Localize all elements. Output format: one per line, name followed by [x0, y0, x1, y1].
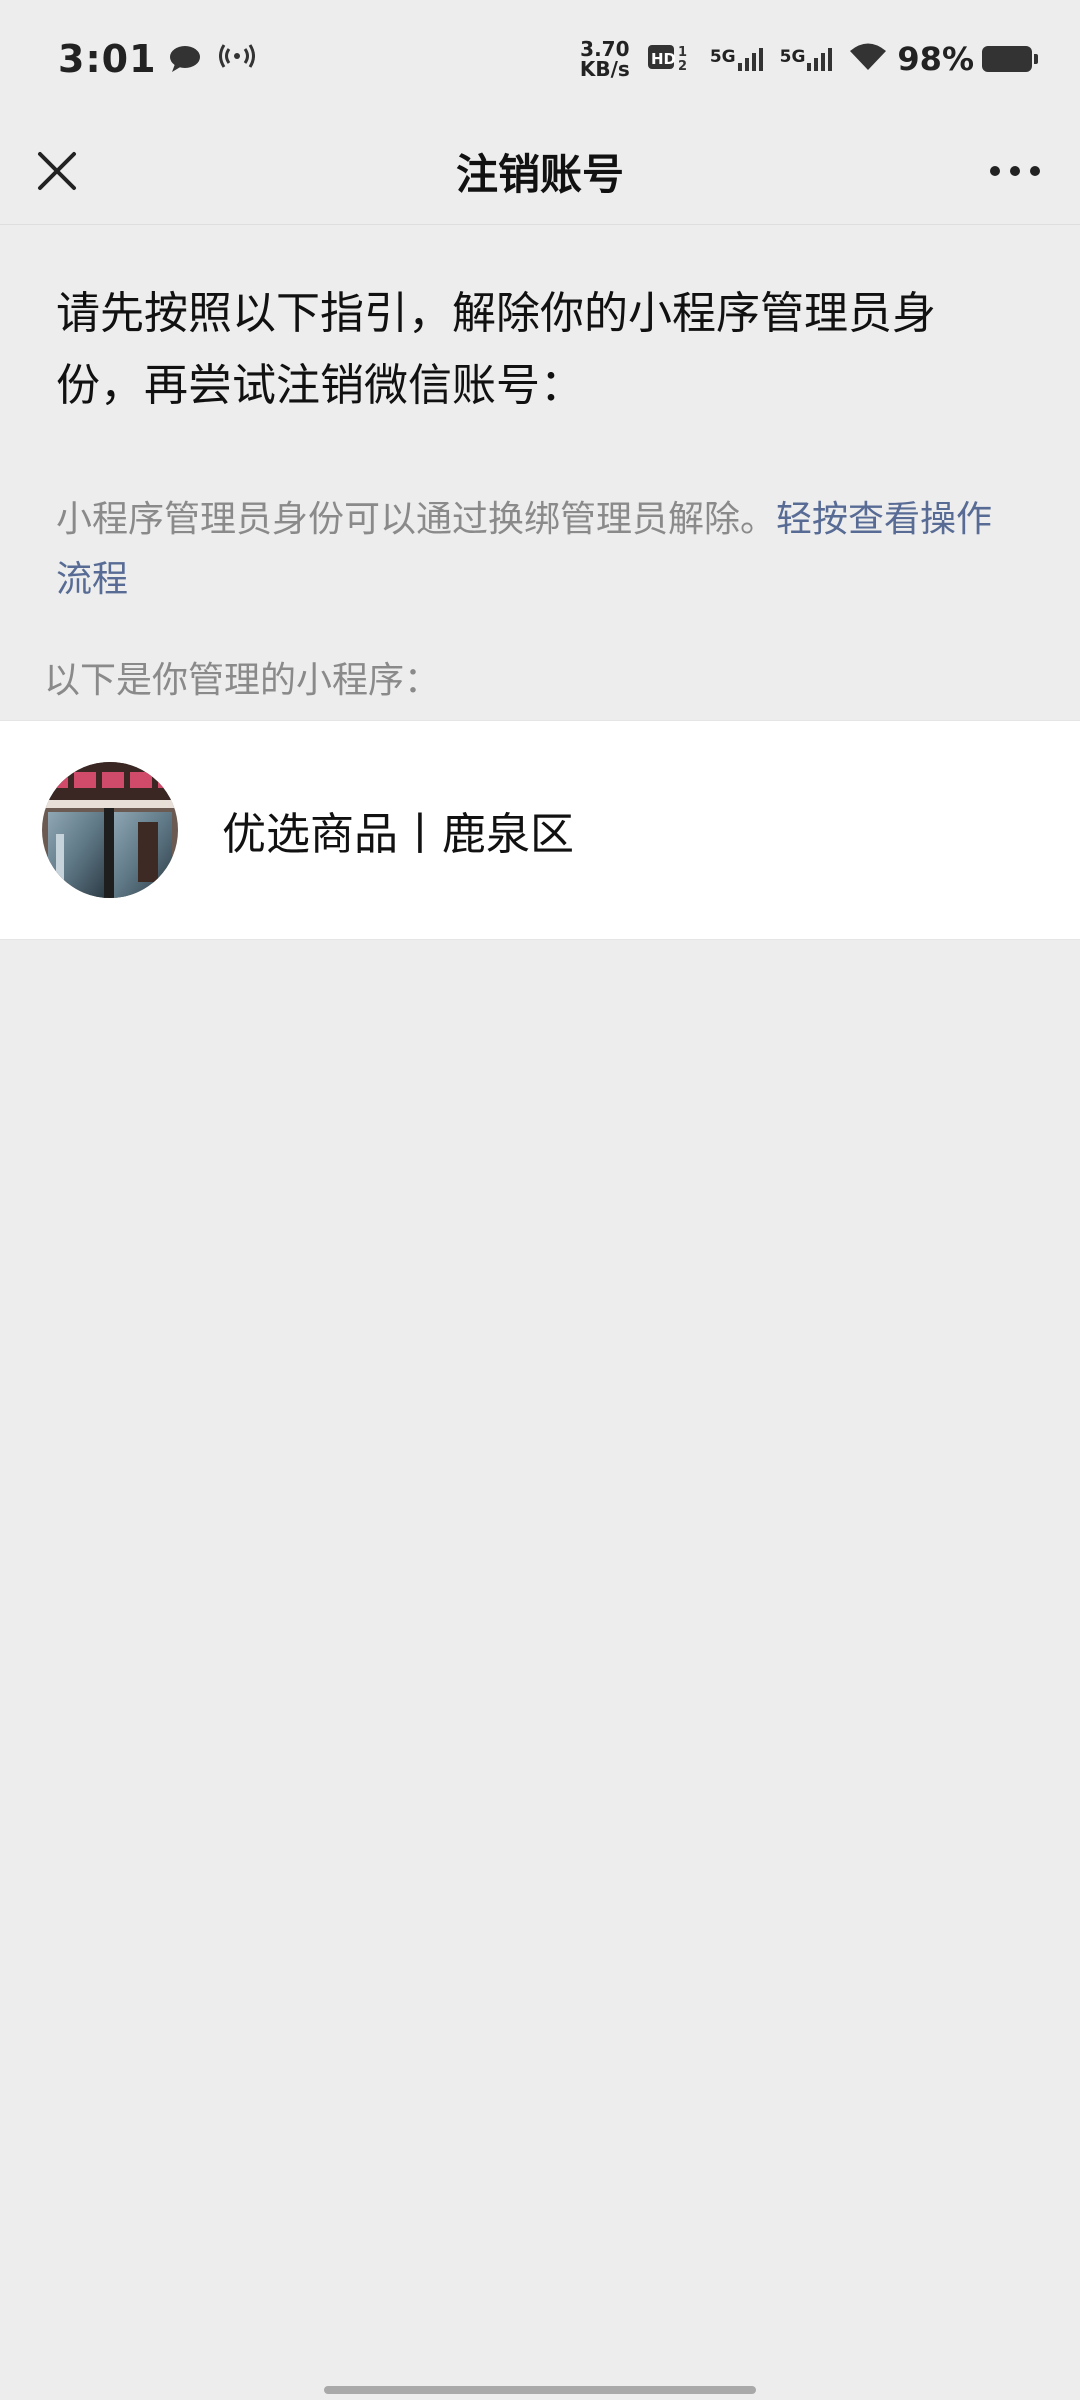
speed-value: 3.70	[580, 37, 630, 61]
mini-program-name: 优选商品丨鹿泉区	[222, 809, 574, 860]
chat-bubble-icon	[169, 45, 203, 73]
signal-5g-2: 5G	[780, 47, 834, 71]
signal-5g-1: 5G	[710, 47, 764, 71]
status-right: 3.70 KB/s HD 1 2 5G 5G 98%	[580, 39, 1038, 79]
hotspot-icon	[218, 44, 255, 74]
title-bar: 注销账号	[0, 118, 1080, 225]
instruction-text: 请先按照以下指引，解除你的小程序管理员身份，再尝试注销微信账号：	[56, 288, 936, 411]
svg-text:1: 1	[678, 45, 687, 60]
speed-unit: KB/s	[579, 57, 630, 81]
hd-icon: HD 1 2	[647, 42, 692, 76]
more-button[interactable]	[980, 144, 1050, 198]
section-label: 以下是你管理的小程序：	[44, 660, 441, 701]
signal-bars-icon	[807, 48, 833, 71]
close-icon	[38, 152, 76, 190]
note: 小程序管理员身份可以通过换绑管理员解除。轻按查看操作流程	[56, 490, 1016, 610]
battery-icon	[982, 46, 1038, 72]
network-speed: 3.70 KB/s	[580, 39, 630, 79]
status-left: 3:01	[58, 37, 255, 81]
battery-percent: 98%	[897, 40, 974, 78]
close-button[interactable]	[30, 144, 84, 198]
more-icon-dot	[1010, 166, 1020, 176]
network-label-2: 5G	[779, 47, 806, 67]
network-label-1: 5G	[709, 47, 736, 67]
more-icon-dot	[1030, 166, 1040, 176]
status-bar: 3:01 3.70 KB/s HD 1 2 5G 5G 98%	[0, 0, 1080, 118]
wifi-icon	[849, 42, 887, 76]
note-text: 小程序管理员身份可以通过换绑管理员解除。	[56, 499, 777, 540]
page-title: 注销账号	[455, 149, 624, 199]
svg-text:2: 2	[678, 59, 687, 72]
status-time: 3:01	[58, 37, 157, 81]
svg-text:HD: HD	[651, 50, 676, 68]
signal-bars-icon	[737, 48, 763, 71]
home-indicator[interactable]	[324, 2386, 756, 2394]
mini-program-list: 优选商品丨鹿泉区	[0, 720, 1080, 940]
more-icon	[990, 166, 1000, 176]
avatar	[42, 762, 178, 898]
list-item[interactable]: 优选商品丨鹿泉区	[0, 721, 1080, 939]
